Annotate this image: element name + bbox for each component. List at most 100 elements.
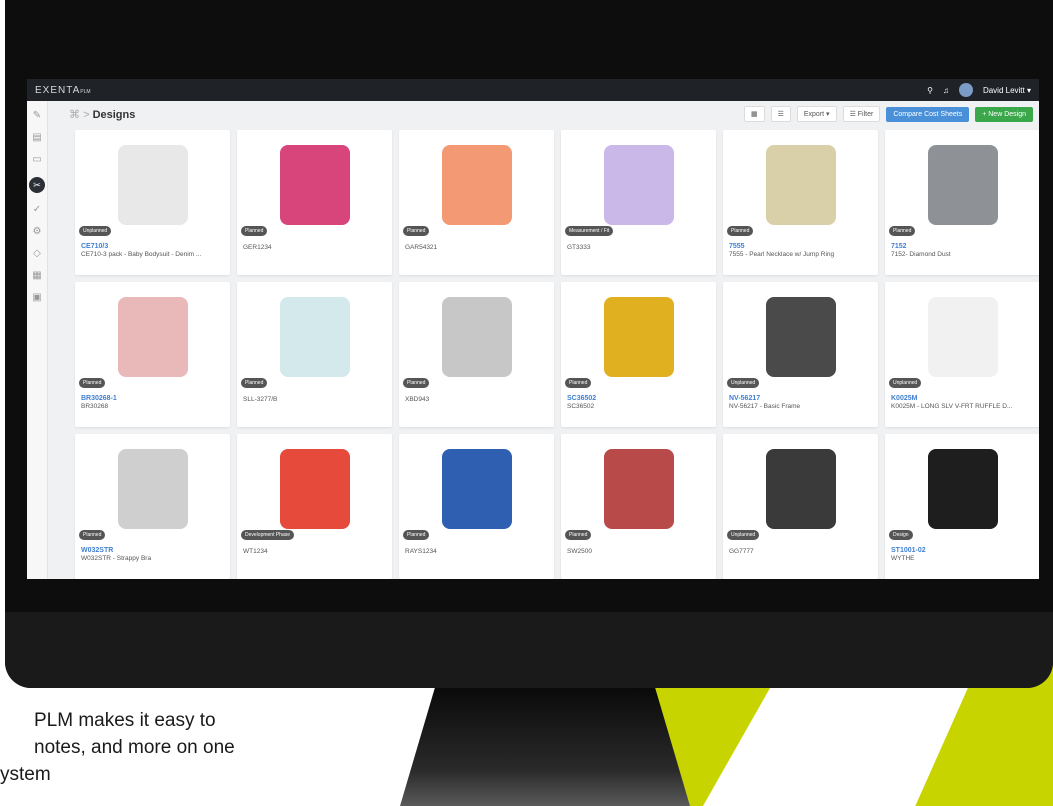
status-badge: Unplanned bbox=[727, 378, 760, 388]
design-card[interactable]: Planned W032STR W032STR - Strappy Bra bbox=[75, 434, 230, 579]
design-image bbox=[603, 297, 674, 377]
status-badge: Planned bbox=[889, 226, 916, 236]
design-description: GT3333 bbox=[567, 244, 591, 251]
list-view-button[interactable]: ☰ bbox=[770, 106, 791, 122]
design-card[interactable]: Development Phase WT1234 bbox=[237, 434, 392, 579]
monitor-stand bbox=[400, 688, 690, 806]
design-code-link[interactable]: 7152 bbox=[885, 240, 1039, 250]
design-card[interactable]: Planned SLL-3277/B bbox=[237, 282, 392, 427]
design-thumbnail[interactable]: Unplanned bbox=[885, 282, 1039, 392]
design-thumbnail[interactable]: Planned bbox=[561, 434, 716, 544]
design-image bbox=[765, 449, 836, 529]
report-icon[interactable]: ▣ bbox=[32, 293, 42, 303]
caption-line-2: notes, and more on one bbox=[34, 737, 235, 758]
design-code-link[interactable]: NV-56217 bbox=[723, 392, 878, 402]
design-thumbnail[interactable]: Planned bbox=[399, 130, 554, 240]
gear-icon[interactable]: ⚙ bbox=[32, 227, 42, 237]
design-image bbox=[765, 297, 836, 377]
design-thumbnail[interactable]: Unplanned bbox=[723, 282, 878, 392]
design-thumbnail[interactable]: Planned bbox=[399, 434, 554, 544]
design-image bbox=[765, 145, 836, 225]
design-image bbox=[441, 145, 512, 225]
design-description: WYTHE bbox=[891, 555, 915, 562]
user-menu[interactable]: David Levitt ▾ bbox=[983, 86, 1031, 95]
top-bar: EXENTAPLM ⚲ ♫ David Levitt ▾ bbox=[27, 79, 1039, 101]
design-card[interactable]: Planned 7152 7152- Diamond Dust bbox=[885, 130, 1039, 275]
docs-icon[interactable]: ▤ bbox=[32, 133, 42, 143]
home-icon[interactable]: ⌘ bbox=[69, 109, 80, 121]
status-badge: Unplanned bbox=[889, 378, 922, 388]
design-thumbnail[interactable]: Planned bbox=[237, 130, 392, 240]
design-code-link[interactable]: K0025M bbox=[885, 392, 1039, 402]
design-thumbnail[interactable]: Planned bbox=[75, 282, 230, 392]
search-icon[interactable]: ⚲ bbox=[927, 86, 933, 95]
design-thumbnail[interactable]: Unplanned bbox=[723, 434, 878, 544]
design-card[interactable]: Planned BR30268-1 BR30268 bbox=[75, 282, 230, 427]
design-card[interactable]: Planned XBD943 bbox=[399, 282, 554, 427]
design-card[interactable]: Planned GAR54321 bbox=[399, 130, 554, 275]
app-logo[interactable]: EXENTAPLM bbox=[35, 85, 91, 96]
design-thumbnail[interactable]: Planned bbox=[399, 282, 554, 392]
design-description: CE710-3 pack - Baby Bodysuit - Denim ... bbox=[81, 251, 202, 258]
design-code-link[interactable]: 7555 bbox=[723, 240, 878, 250]
status-badge: Planned bbox=[403, 530, 430, 540]
design-card[interactable]: Planned GER1234 bbox=[237, 130, 392, 275]
design-thumbnail[interactable]: Unplanned bbox=[75, 130, 230, 240]
design-card[interactable]: Measurement / Fit GT3333 bbox=[561, 130, 716, 275]
design-code-link[interactable]: CE710/3 bbox=[75, 240, 230, 250]
image-icon[interactable]: ▭ bbox=[32, 155, 42, 165]
design-thumbnail[interactable]: Planned bbox=[885, 130, 1039, 240]
design-image bbox=[441, 297, 512, 377]
design-card[interactable]: Unplanned NV-56217 NV-56217 - Basic Frame bbox=[723, 282, 878, 427]
design-thumbnail[interactable]: Planned bbox=[561, 282, 716, 392]
design-description: SC36502 bbox=[567, 403, 595, 410]
design-code-link[interactable]: BR30268-1 bbox=[75, 392, 230, 402]
marketing-caption: PLM makes it easy to notes, and more on … bbox=[0, 707, 235, 788]
design-code-link[interactable]: ST1001-02 bbox=[885, 544, 1039, 554]
check-icon[interactable]: ✓ bbox=[32, 205, 42, 215]
design-card[interactable]: Design ST1001-02 WYTHE bbox=[885, 434, 1039, 579]
design-description: 7152- Diamond Dust bbox=[891, 251, 951, 258]
design-thumbnail[interactable]: Design bbox=[885, 434, 1039, 544]
design-card[interactable]: Planned SW2500 bbox=[561, 434, 716, 579]
design-thumbnail[interactable]: Planned bbox=[75, 434, 230, 544]
design-code-link[interactable]: W032STR bbox=[75, 544, 230, 554]
design-card[interactable]: Unplanned CE710/3 CE710-3 pack - Baby Body… bbox=[75, 130, 230, 275]
compare-cost-sheets-button[interactable]: Compare Cost Sheets bbox=[886, 106, 970, 122]
new-design-button[interactable]: + New Design bbox=[975, 106, 1033, 122]
design-thumbnail[interactable]: Planned bbox=[723, 130, 878, 240]
design-card[interactable]: Planned 7555 7555 - Pearl Necklace w/ Jump… bbox=[723, 130, 878, 275]
page-title: Designs bbox=[92, 108, 136, 121]
design-card[interactable]: Unplanned GG7777 bbox=[723, 434, 878, 579]
export-button[interactable]: Export ▾ bbox=[796, 106, 837, 122]
design-description: NV-56217 - Basic Frame bbox=[729, 403, 801, 410]
avatar[interactable] bbox=[958, 83, 973, 97]
status-badge: Planned bbox=[79, 378, 106, 388]
bell-icon[interactable]: ♫ bbox=[943, 86, 949, 95]
design-thumbnail[interactable]: Measurement / Fit bbox=[561, 130, 716, 240]
design-image bbox=[117, 449, 188, 529]
design-card[interactable]: Planned RAYS1234 bbox=[399, 434, 554, 579]
status-badge: Unplanned bbox=[727, 530, 760, 540]
design-card[interactable]: Planned SC36502 SC36502 bbox=[561, 282, 716, 427]
design-grid: Unplanned CE710/3 CE710-3 pack - Baby Body… bbox=[49, 127, 1039, 579]
caption-line-1: PLM makes it easy to bbox=[34, 710, 216, 731]
design-image bbox=[927, 297, 998, 377]
grid-view-button[interactable]: ▦ bbox=[743, 106, 765, 122]
status-badge: Planned bbox=[565, 530, 592, 540]
breadcrumb: ⌘ > Designs bbox=[69, 108, 136, 121]
app-screen: EXENTAPLM ⚲ ♫ David Levitt ▾ ✎ ▤ ▭ ✂ ✓ ⚙… bbox=[27, 79, 1039, 579]
design-description: GG7777 bbox=[729, 548, 754, 555]
tag-icon[interactable]: ◇ bbox=[32, 249, 42, 259]
scissors-icon[interactable]: ✂ bbox=[29, 177, 45, 193]
design-card[interactable]: Unplanned K0025M K0025M - LONG SLV V-FRT R… bbox=[885, 282, 1039, 427]
design-description: 7555 - Pearl Necklace w/ Jump Ring bbox=[729, 251, 835, 258]
design-code-link[interactable]: SC36502 bbox=[561, 392, 716, 402]
design-thumbnail[interactable]: Planned bbox=[237, 282, 392, 392]
grid-icon[interactable]: ▦ bbox=[32, 271, 42, 281]
design-image bbox=[603, 449, 674, 529]
status-badge: Planned bbox=[241, 378, 268, 388]
design-thumbnail[interactable]: Development Phase bbox=[237, 434, 392, 544]
pen-icon[interactable]: ✎ bbox=[32, 111, 42, 121]
filter-button[interactable]: ☰ Filter bbox=[842, 106, 881, 122]
